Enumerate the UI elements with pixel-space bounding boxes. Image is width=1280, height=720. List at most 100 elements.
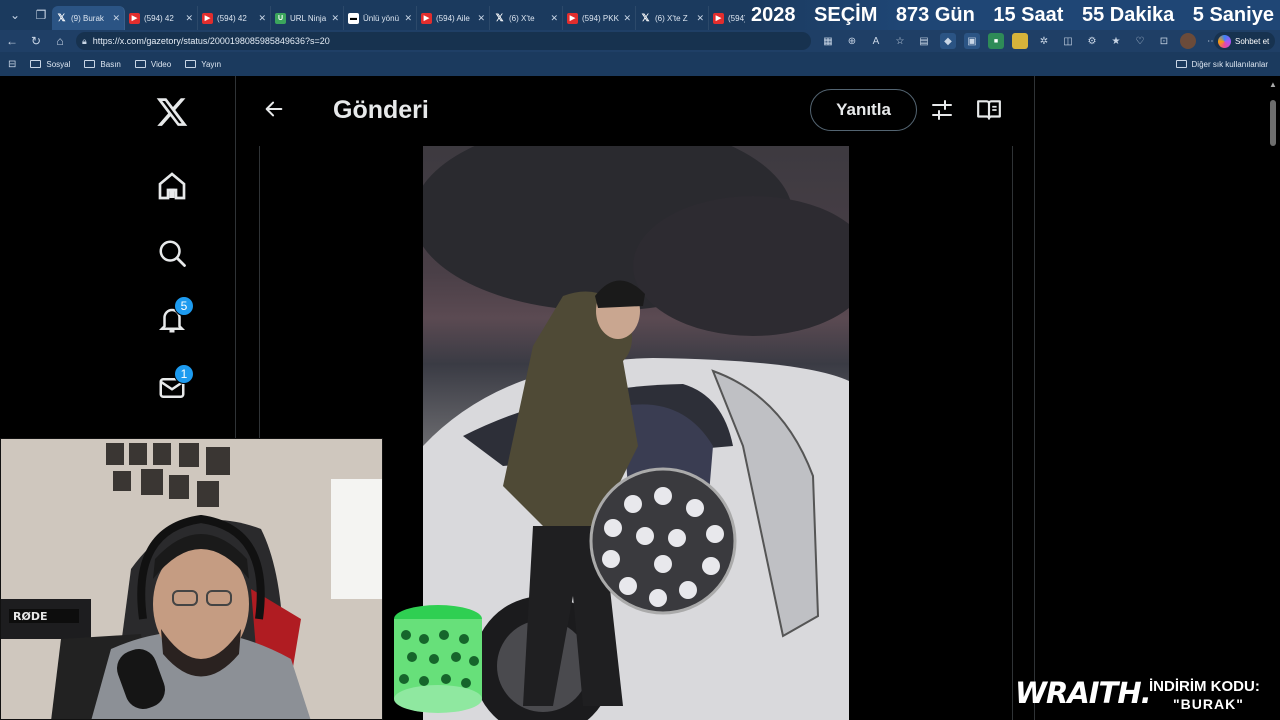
url-text: https://x.com/gazetory/status/2000198085… xyxy=(92,36,330,46)
youtube-favicon-icon: ▶ xyxy=(202,12,213,24)
tab-close-icon[interactable]: ✕ xyxy=(696,13,704,24)
back-arrow-icon[interactable] xyxy=(257,92,291,126)
browser-tab[interactable]: U URL Ninja ✕ xyxy=(271,6,344,30)
zoom-icon[interactable]: ⊕ xyxy=(844,33,860,49)
url-field[interactable]: 🔒︎ https://x.com/gazetory/status/2000198… xyxy=(76,32,811,50)
home-icon[interactable] xyxy=(152,166,192,206)
browser-tab[interactable]: 𝕏 (6) X'te ✕ xyxy=(490,6,563,30)
tab-title: (594) PKK xyxy=(582,13,619,23)
bookmark-folder[interactable]: Video xyxy=(134,59,172,69)
extension-5-icon[interactable] xyxy=(1012,33,1028,49)
lock-icon: 🔒︎ xyxy=(82,35,87,46)
back-nav-icon[interactable]: ← xyxy=(0,31,24,51)
page-title: Gönderi xyxy=(333,96,429,124)
x-favicon-icon: 𝕏 xyxy=(57,12,66,24)
browser-tab[interactable]: 𝕏 (6) X'te Z ✕ xyxy=(636,6,709,30)
folder-icon xyxy=(84,60,96,68)
split-screen-icon[interactable]: ◫ xyxy=(1060,33,1076,49)
tab-close-icon[interactable]: ✕ xyxy=(258,13,266,24)
bookmark-folder[interactable]: Basın xyxy=(84,60,121,69)
bookmarks-bar: ⊟ Sosyal Basın Video Yayın Diğer sık kullan… xyxy=(0,52,1280,76)
folder-icon xyxy=(134,60,146,68)
tab-title: Ünlü yönü xyxy=(363,13,400,23)
promo-label: İNDİRİM KODU: xyxy=(1149,678,1260,695)
extension-4-icon[interactable]: ■ xyxy=(988,33,1004,49)
favorite-star-icon[interactable]: ☆ xyxy=(892,33,908,49)
bookmark-other-favorites[interactable]: Diğer sık kullanılanlar xyxy=(1175,52,1268,76)
bookmark-folder[interactable]: Sosyal xyxy=(30,60,70,69)
x-favicon-icon: 𝕏 xyxy=(495,12,504,24)
youtube-favicon-icon: ▶ xyxy=(129,12,140,24)
reply-button[interactable]: Yanıtla xyxy=(810,89,917,131)
x-favicon-icon: 𝕏 xyxy=(641,12,650,24)
folder-icon xyxy=(1175,60,1187,68)
copilot-label: Sohbet et xyxy=(1235,36,1270,46)
copilot-icon xyxy=(1218,34,1231,48)
tab-close-icon[interactable]: ✕ xyxy=(477,13,485,24)
browser-tab[interactable]: ▶ (594) Aile ✕ xyxy=(417,6,490,30)
browser-tab[interactable]: ▶ (594) 42 ✕ xyxy=(198,6,271,30)
tab-title: (594) 42 xyxy=(144,13,174,23)
extensions-icon[interactable]: ✲ xyxy=(1036,33,1052,49)
post-header: Gönderi Yanıtla xyxy=(237,76,1034,146)
copilot-button[interactable]: Sohbet et xyxy=(1214,32,1276,50)
countdown-hours: 15 Saat xyxy=(993,3,1064,26)
post-video[interactable] xyxy=(423,146,849,720)
sliders-icon[interactable] xyxy=(927,94,957,126)
browser-tab[interactable]: ▶ (594) 42 ✕ xyxy=(125,6,198,30)
countdown-minutes: 55 Dakika xyxy=(1081,3,1175,26)
streamer-webcam: RØDE xyxy=(0,438,383,720)
tab-title: (6) X'te Z xyxy=(655,13,688,23)
favorites-icon[interactable]: ★ xyxy=(1108,33,1124,49)
countdown-seconds: 5 Saniye xyxy=(1192,3,1274,26)
bookmark-folder[interactable]: Yayın xyxy=(185,60,221,69)
scroll-up-arrow-icon[interactable]: ▲ xyxy=(1268,80,1278,90)
bookmarks-app-icon[interactable]: ⊟ xyxy=(8,59,16,70)
x-logo-icon[interactable] xyxy=(152,92,192,132)
apps-icon[interactable]: ▦ xyxy=(820,33,836,49)
sponsor-overlay: WRAITH. İNDİRİM KODU: "BURAK" xyxy=(1015,676,1280,720)
messages-badge: 1 xyxy=(174,364,194,384)
extension-1-icon[interactable]: ▤ xyxy=(916,33,932,49)
tab-close-icon[interactable]: ✕ xyxy=(331,13,339,24)
svg-text:RØDE: RØDE xyxy=(13,610,47,623)
workspaces-icon[interactable]: ❐ xyxy=(30,4,52,26)
reader-view-icon[interactable] xyxy=(973,94,1005,126)
bookmark-label: Sosyal xyxy=(46,59,71,69)
tab-title: (594) Aile xyxy=(436,13,470,23)
profile-avatar[interactable] xyxy=(1180,33,1196,49)
tab-title: URL Ninja xyxy=(290,13,327,23)
tab-title: (6) X'te xyxy=(509,13,535,23)
read-aloud-icon[interactable]: A xyxy=(868,33,884,49)
tab-close-icon[interactable]: ✕ xyxy=(623,13,631,24)
bookmark-label: Video xyxy=(150,59,172,69)
scrollbar-thumb[interactable] xyxy=(1270,100,1276,146)
search-icon[interactable] xyxy=(152,233,192,273)
doc-favicon-icon: ▬ xyxy=(348,12,359,24)
browser-tab[interactable]: ▬ Ünlü yönü ✕ xyxy=(344,6,417,30)
tab-menu-icon[interactable]: ⌄ xyxy=(4,4,26,26)
browser-tab[interactable]: 𝕏 (9) Burak ✕ xyxy=(52,6,125,30)
page-scrollbar[interactable] xyxy=(1266,76,1280,720)
tab-close-icon[interactable]: ✕ xyxy=(550,13,558,24)
browser-tab[interactable]: ▶ (594) PKK ✕ xyxy=(563,6,636,30)
tab-close-icon[interactable]: ✕ xyxy=(112,13,120,24)
settings-icon[interactable]: ⚙ xyxy=(1084,33,1100,49)
tab-close-icon[interactable]: ✕ xyxy=(404,13,412,24)
folder-icon xyxy=(185,60,197,68)
extension-2-icon[interactable]: ◆ xyxy=(940,33,956,49)
screenshot-icon[interactable]: ⊡ xyxy=(1156,33,1172,49)
promo-code: "BURAK" xyxy=(1173,696,1244,712)
main-column-border xyxy=(1034,76,1035,720)
home-nav-icon[interactable]: ⌂ xyxy=(48,31,72,51)
countdown-label: SEÇİM xyxy=(814,3,878,26)
refresh-icon[interactable]: ↻ xyxy=(24,31,48,51)
extension-3-icon[interactable]: ▣ xyxy=(964,33,980,49)
tab-close-icon[interactable]: ✕ xyxy=(185,13,193,24)
bookmark-label: Yayın xyxy=(201,59,222,69)
rgb-fan-gif xyxy=(392,601,484,713)
browser-essentials-icon[interactable]: ♡ xyxy=(1132,33,1148,49)
address-bar-row: ← ↻ ⌂ 🔒︎ https://x.com/gazetory/status/2… xyxy=(0,30,1280,52)
bookmark-other-label: Diğer sık kullanılanlar xyxy=(1191,59,1268,69)
notifications-badge: 5 xyxy=(174,296,194,316)
